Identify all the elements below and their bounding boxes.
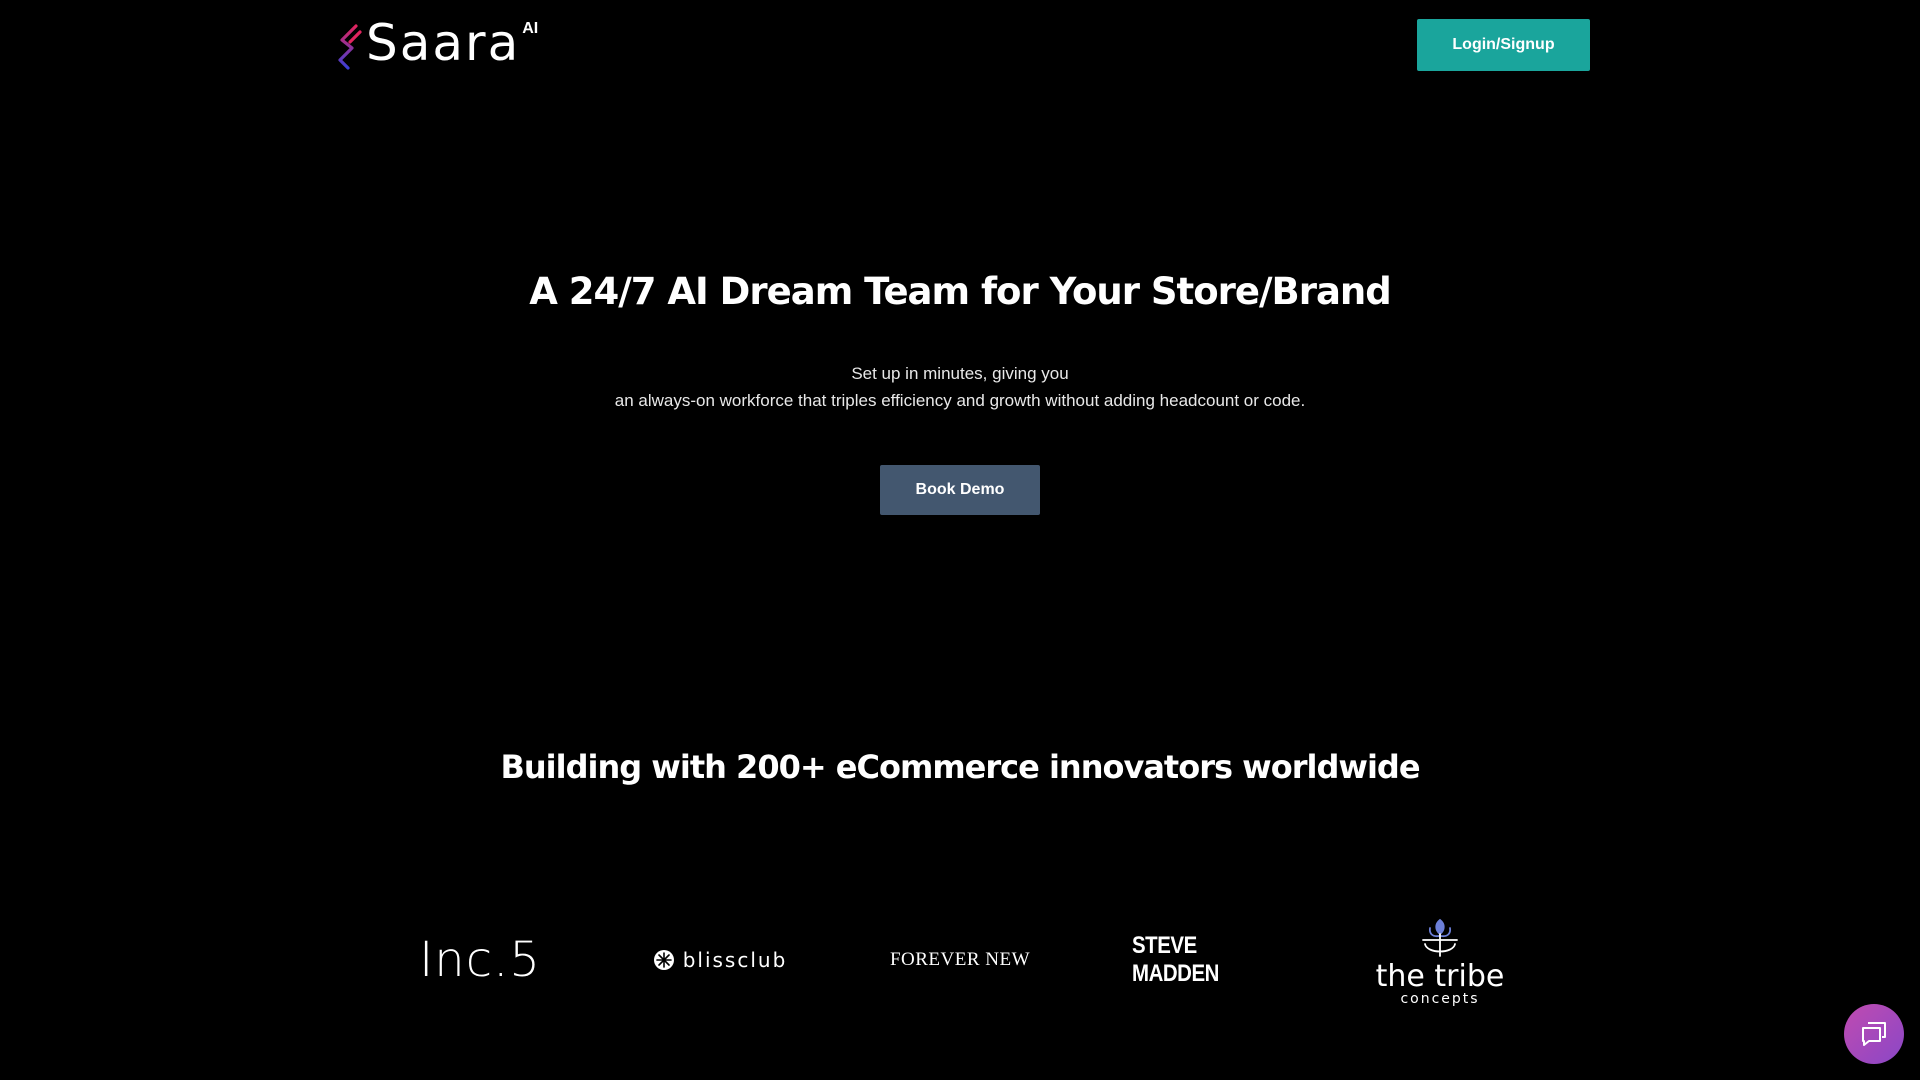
- tribe-plant-bowl-icon: [1422, 918, 1458, 957]
- brand-logo-blissclub: blissclub: [640, 890, 800, 1030]
- brand-name: Inc.5: [419, 932, 541, 988]
- hero-subtitle-line-1: Set up in minutes, giving you: [851, 364, 1069, 383]
- brand-logo-forever-new: FOREVER NEW: [880, 890, 1040, 1030]
- brand-tagline: concepts: [1400, 991, 1480, 1007]
- landing-page: Saara AI Login/Signup A 24/7 AI Dream Te…: [0, 0, 1920, 1080]
- logo-wordmark: Saara: [366, 14, 521, 72]
- social-proof-title: Building with 200+ eCommerce innovators …: [500, 748, 1420, 786]
- brand-logo-the-tribe-concepts: the tribe concepts: [1360, 890, 1520, 1030]
- saara-logo[interactable]: Saara AI: [334, 14, 539, 72]
- book-demo-button[interactable]: Book Demo: [880, 465, 1040, 515]
- hero-title: A 24/7 AI Dream Team for Your Store/Bran…: [529, 270, 1392, 313]
- saara-s-mark-icon: [338, 24, 362, 70]
- brand-name: STEVE MADDEN: [1132, 932, 1219, 987]
- logo-superscript: AI: [522, 20, 539, 37]
- brand-name: blissclub: [682, 948, 788, 972]
- brand-logo-inc5: Inc.5: [400, 890, 560, 1030]
- chat-widget-button[interactable]: [1844, 1004, 1904, 1064]
- blissclub-emblem-icon: [653, 950, 674, 970]
- brand-logos-strip: Inc.5 blissclub FOREVER NEW STEVE MADDEN: [400, 890, 1520, 1030]
- chat-bubble-icon: [1862, 1022, 1886, 1046]
- hero-subtitle: Set up in minutes, giving you an always-…: [0, 360, 1920, 414]
- brand-logo-steve-madden: STEVE MADDEN: [1132, 890, 1268, 1030]
- hero-subtitle-line-2: an always-on workforce that triples effi…: [614, 391, 1306, 410]
- login-signup-button[interactable]: Login/Signup: [1417, 19, 1590, 71]
- brand-name: FOREVER NEW: [889, 949, 1031, 970]
- brand-name: the tribe: [1375, 959, 1505, 994]
